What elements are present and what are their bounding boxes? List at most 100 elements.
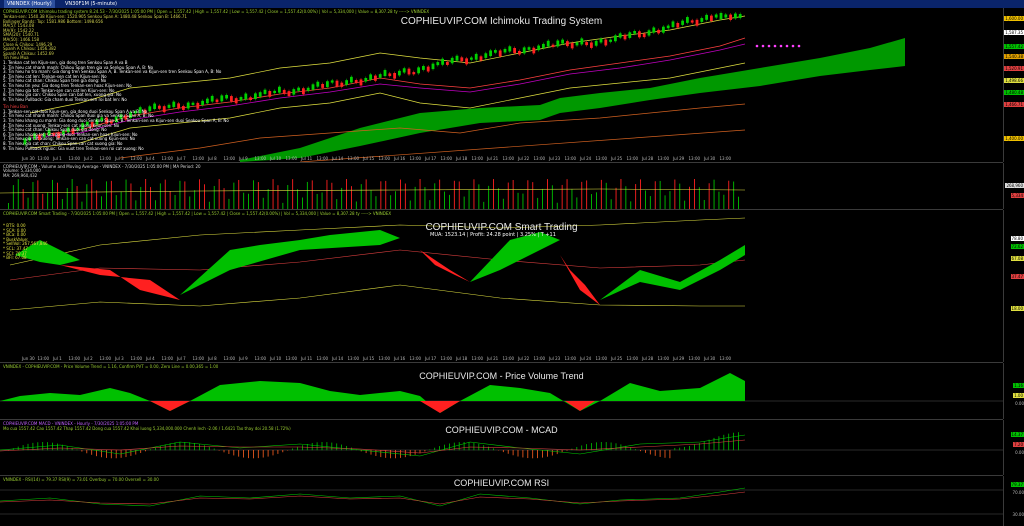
candle	[518, 50, 521, 55]
volume-bar	[57, 182, 58, 209]
volume-bar	[228, 198, 230, 209]
date-tick: Jul 28	[642, 156, 654, 161]
rsi-pane[interactable]: COPHIEUVIP.COM RSI VNINDEX - RSI(14) = 7…	[0, 476, 1003, 526]
ichimoku-pane[interactable]: COPHIEUVIP.COM Ichimoku Trading System C…	[0, 8, 1003, 163]
volume-pane[interactable]: COPHIEUVIP.COM - Volume and Moving Avera…	[0, 163, 1003, 210]
candle	[628, 32, 632, 38]
date-tick: Jul 16	[394, 356, 406, 361]
rsi-overbuy-label: 70.00	[1012, 490, 1024, 495]
volume-bar	[277, 185, 279, 209]
date-tick: 13:00	[688, 356, 701, 361]
volume-bar	[336, 199, 338, 209]
candle	[244, 93, 248, 100]
volume-bar	[110, 180, 112, 209]
volume-bar	[498, 188, 499, 209]
volume-bar	[199, 179, 200, 209]
volume-bar	[321, 192, 323, 209]
volume-bar	[468, 190, 470, 209]
volume-bar	[52, 179, 53, 209]
candle	[662, 26, 665, 33]
volume-bar	[600, 179, 602, 209]
date-tick: 13:00	[99, 156, 112, 161]
candle	[503, 48, 507, 53]
macd-hist-bar	[429, 449, 431, 451]
macd-hist-bar	[267, 450, 269, 457]
macd-hist-bar	[272, 450, 274, 456]
candle	[273, 90, 276, 94]
volume-bar	[689, 186, 690, 209]
volume-bar	[493, 179, 494, 209]
macd-hist-bar	[22, 445, 24, 451]
macd-hist-bar	[52, 442, 53, 451]
volume-bar	[517, 192, 519, 209]
date-tick: 13:00	[471, 156, 484, 161]
macd-hist-bar	[493, 448, 494, 451]
candle	[364, 77, 368, 82]
candle	[398, 70, 401, 76]
macd-hist-bar	[689, 445, 690, 451]
date-tick: 13:00	[223, 156, 236, 161]
volume-bar	[81, 201, 83, 209]
pvt-confirm-label: 1.00	[1013, 393, 1024, 398]
candle	[474, 53, 478, 60]
volume-bar	[223, 188, 225, 209]
date-tick: Jul 24	[580, 156, 592, 161]
macd-hist-bar	[243, 450, 244, 458]
volume-bar	[581, 181, 583, 209]
date-tick: Jul 30	[704, 356, 716, 361]
macd-hist-bar	[581, 445, 583, 451]
macd-pane[interactable]: COPHIEUVIP.COM - MCAD COPHIEUVIP.COM MAC…	[0, 420, 1003, 476]
candle	[446, 61, 449, 65]
volume-bar	[375, 196, 377, 209]
pvt-pane[interactable]: COPHIEUVIP.COM - Price Volume Trend VNIN…	[0, 363, 1003, 420]
date-tick: Jul 23	[549, 156, 561, 161]
date-tick: Jul 8	[208, 156, 217, 161]
volume-bar	[723, 194, 725, 209]
date-tick: 13:00	[68, 156, 81, 161]
date-tick: 13:00	[161, 156, 174, 161]
macd-hist-bar	[311, 442, 313, 451]
date-tick: 13:00	[316, 156, 329, 161]
candle	[618, 33, 622, 38]
candle	[359, 79, 363, 86]
macd-hist-bar	[130, 450, 132, 456]
date-tick: Jul 2	[84, 156, 93, 161]
volume-bar	[135, 200, 137, 209]
macd-hist-bar	[346, 445, 347, 451]
candle	[580, 38, 584, 45]
macd-hist-bar	[473, 442, 475, 451]
volume-bar	[424, 187, 426, 209]
date-tick: 13:00	[130, 356, 143, 361]
candle	[590, 42, 593, 48]
macd-hist-bar	[248, 450, 249, 459]
volume-bar	[66, 188, 68, 209]
candle	[239, 97, 243, 101]
chart-tab-vnindex[interactable]: VNINDEX (Hourly)	[4, 0, 55, 8]
candle	[326, 81, 329, 88]
volume-bar	[37, 180, 39, 209]
rsi-oversell-label: 30.00	[1012, 512, 1024, 517]
volume-bar	[556, 202, 558, 209]
volume-chart	[0, 179, 746, 209]
date-tick: Jul 21	[487, 356, 499, 361]
volume-bar	[400, 179, 401, 209]
chart-tab-vn30f1m[interactable]: VN30F1M (5-minute)	[62, 0, 120, 8]
macd-hist-bar	[277, 450, 279, 454]
volume-bar	[674, 179, 676, 209]
smart-trading-pane[interactable]: COPHIEUVIP.COM Smart Trading COPHIEUVIP.…	[0, 210, 1003, 363]
candle	[470, 57, 473, 60]
macd-hist-bar	[649, 450, 651, 455]
macd-hist-bar	[605, 442, 607, 451]
volume-bar	[507, 182, 509, 209]
volume-bar	[272, 179, 274, 209]
macd-hist-bar	[502, 450, 504, 453]
kumo-cloud	[240, 38, 905, 162]
date-tick: Jul 22	[518, 356, 530, 361]
volume-bar	[551, 185, 553, 209]
volume-bar	[42, 193, 44, 209]
smart-date-axis: Jun 30 13:00 Jul 1 13:00 Jul 2 13:00 Jul 3 13:0…	[0, 356, 1003, 362]
candle	[311, 84, 315, 90]
candle	[441, 58, 444, 65]
volume-bar	[728, 180, 730, 209]
date-tick: 13:00	[409, 356, 422, 361]
